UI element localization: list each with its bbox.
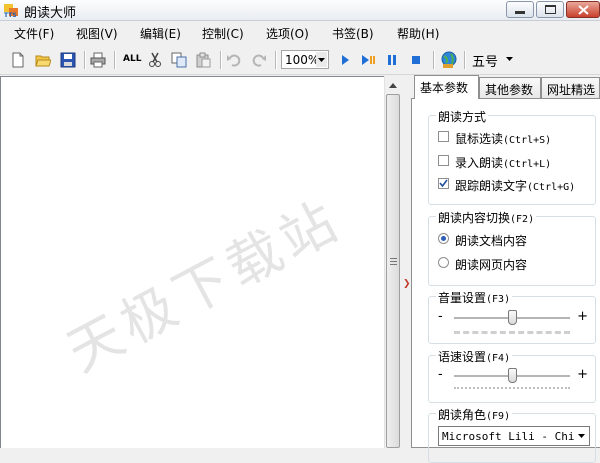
chevron-down-icon (506, 57, 513, 61)
font-size-value: 五号 (472, 55, 499, 70)
watermark: 天极下载站 (57, 187, 352, 385)
open-folder-icon[interactable] (35, 52, 51, 68)
app-logo-icon: TTS (4, 4, 18, 18)
check-icon (439, 179, 448, 188)
voice-selected-value: Microsoft Lili - Chi (442, 430, 575, 443)
globe-speaker-icon[interactable] (440, 51, 458, 69)
undo-icon[interactable] (226, 52, 242, 68)
speed-slider[interactable]: - + (438, 367, 588, 389)
print-icon[interactable] (90, 52, 106, 68)
play-icon[interactable] (337, 52, 353, 68)
window-title: 朗读大师 (24, 6, 77, 21)
play-from-cursor-icon[interactable] (360, 52, 376, 68)
tab-featured-sites[interactable]: 网址精选 (541, 77, 600, 99)
minimize-icon (515, 11, 525, 14)
zoom-dropdown-button[interactable] (316, 52, 327, 67)
volume-minus: - (438, 309, 443, 324)
close-icon (578, 5, 589, 15)
volume-slider-thumb[interactable] (507, 310, 517, 325)
toolbar-separator (464, 51, 466, 69)
grip-icon (390, 258, 397, 267)
menu-edit[interactable]: 编辑(E) (140, 25, 181, 42)
volume-plus: + (577, 309, 588, 324)
speed-slider-thumb[interactable] (507, 368, 517, 383)
toolbar-separator (84, 51, 86, 69)
zoom-select[interactable]: 100% (281, 50, 329, 69)
close-button[interactable] (566, 1, 600, 18)
title-bar: TTS 朗读大师 (0, 0, 600, 21)
read-mode-title: 朗读方式 (436, 108, 489, 125)
volume-slider[interactable]: - + (438, 309, 588, 334)
speed-plus: + (577, 367, 588, 382)
zoom-value: 100% (285, 53, 320, 67)
svg-text:TTS: TTS (4, 12, 17, 18)
pause-icon[interactable] (384, 52, 400, 68)
scrollbar-thumb[interactable] (386, 94, 400, 448)
vertical-scrollbar[interactable] (384, 76, 401, 448)
voice-select[interactable]: Microsoft Lili - Chi (438, 426, 590, 446)
content-switch-group (428, 216, 596, 286)
menu-file[interactable]: 文件(F) (14, 25, 54, 42)
chevron-down-icon (578, 434, 585, 438)
menu-control[interactable]: 控制(C) (202, 25, 244, 42)
font-size-select[interactable]: 五号 (469, 50, 517, 70)
stop-icon[interactable] (408, 52, 424, 68)
toolbar-separator (433, 51, 435, 69)
checkbox[interactable] (438, 155, 449, 166)
panel-splitter[interactable]: ❯ (401, 76, 411, 448)
maximize-icon (545, 5, 556, 14)
toolbar-separator (220, 51, 222, 69)
slider-ticks (454, 331, 570, 338)
settings-panel: 基本参数 其他参数 网址精选 朗读方式 鼠标选读(Ctrl+S) 录入朗读(Ct… (409, 75, 600, 463)
checkbox[interactable] (438, 131, 449, 142)
paste-icon[interactable] (195, 52, 211, 68)
radio-selected[interactable] (438, 233, 449, 244)
toolbar: ALL 100% 五号 (0, 46, 600, 75)
copy-icon[interactable] (171, 52, 187, 68)
cut-icon[interactable] (147, 52, 163, 68)
voice-title: 朗读角色(F9) (436, 406, 513, 423)
minimize-button[interactable] (506, 1, 534, 18)
radio[interactable] (438, 257, 449, 268)
volume-title: 音量设置(F3) (436, 289, 513, 306)
redo-icon[interactable] (251, 52, 267, 68)
tab-basic-params[interactable]: 基本参数 (414, 75, 479, 99)
toolbar-separator (275, 51, 277, 69)
speed-minus: - (438, 367, 443, 382)
menu-help[interactable]: 帮助(H) (397, 25, 439, 42)
new-file-icon[interactable] (10, 52, 26, 68)
tab-other-params[interactable]: 其他参数 (479, 77, 541, 99)
select-all-button[interactable]: ALL (123, 54, 141, 64)
text-editor[interactable]: 天极下载站 (0, 76, 384, 448)
scroll-up-icon[interactable] (385, 78, 401, 94)
slider-ticks (454, 387, 570, 393)
menu-bar: 文件(F) 视图(V) 编辑(E) 控制(C) 选项(O) 书签(B) 帮助(H… (0, 22, 600, 44)
maximize-button[interactable] (536, 1, 564, 18)
toolbar-separator (114, 51, 116, 69)
menu-options[interactable]: 选项(O) (266, 25, 309, 42)
content-switch-title: 朗读内容切换(F2) (436, 209, 537, 226)
menu-bookmarks[interactable]: 书签(B) (332, 25, 374, 42)
chevron-down-icon (318, 58, 325, 62)
menu-view[interactable]: 视图(V) (76, 25, 118, 42)
checkbox-checked[interactable] (438, 178, 449, 189)
tab-content: 朗读方式 鼠标选读(Ctrl+S) 录入朗读(Ctrl+L) 跟踪朗读文字(Ct… (411, 98, 600, 463)
save-icon[interactable] (60, 52, 76, 68)
speed-title: 语速设置(F4) (436, 348, 513, 365)
